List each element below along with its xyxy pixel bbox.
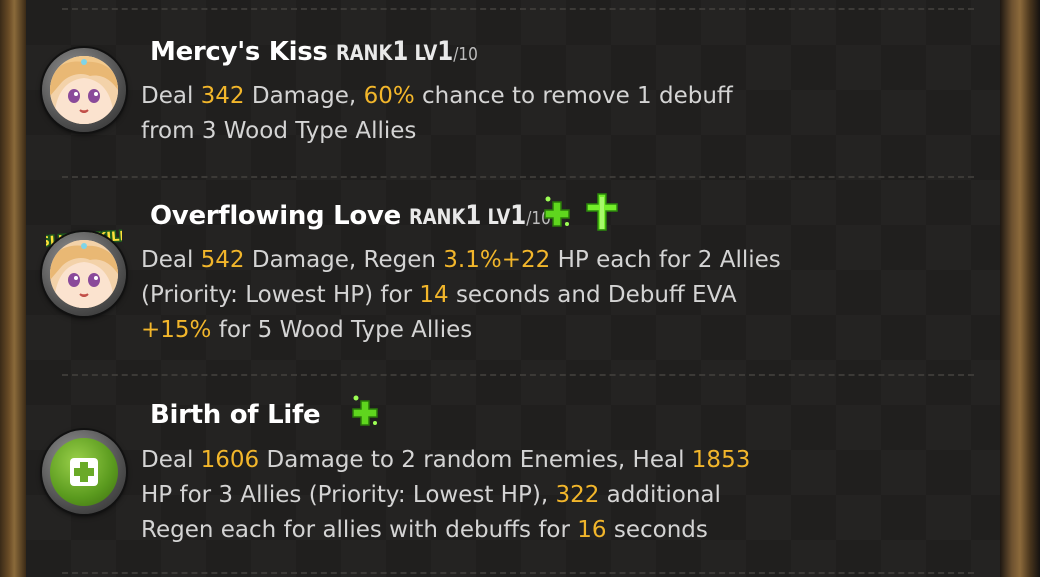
skill-portrait-icon [42, 48, 126, 132]
skill-name: Birth of Life [150, 400, 321, 430]
regen-plus-icon [350, 393, 380, 431]
skill-description: Deal 542 Damage, Regen 3.1%+22 HP each f… [141, 247, 781, 343]
skill-rank-level: RANK1 LV1/10 [335, 36, 478, 67]
skill-portrait-icon [42, 232, 126, 316]
frame-left-border [0, 0, 26, 577]
frame-right-border [1000, 0, 1040, 577]
skill-name: Mercy's Kiss [150, 37, 328, 67]
skill-description: Deal 342 Damage, 60% chance to remove 1 … [141, 83, 733, 144]
skill-name: Overflowing Love [150, 201, 401, 231]
divider [62, 8, 974, 10]
divider [62, 176, 974, 178]
divider [62, 374, 974, 376]
divider [62, 572, 974, 574]
holy-cross-icon [585, 192, 619, 236]
skill-description: Deal 1606 Damage to 2 random Enemies, He… [141, 447, 751, 543]
skill-rank-level: RANK1 LV1/10 [408, 200, 551, 231]
regen-plus-icon [542, 194, 572, 232]
skill-heal-icon [42, 430, 126, 514]
